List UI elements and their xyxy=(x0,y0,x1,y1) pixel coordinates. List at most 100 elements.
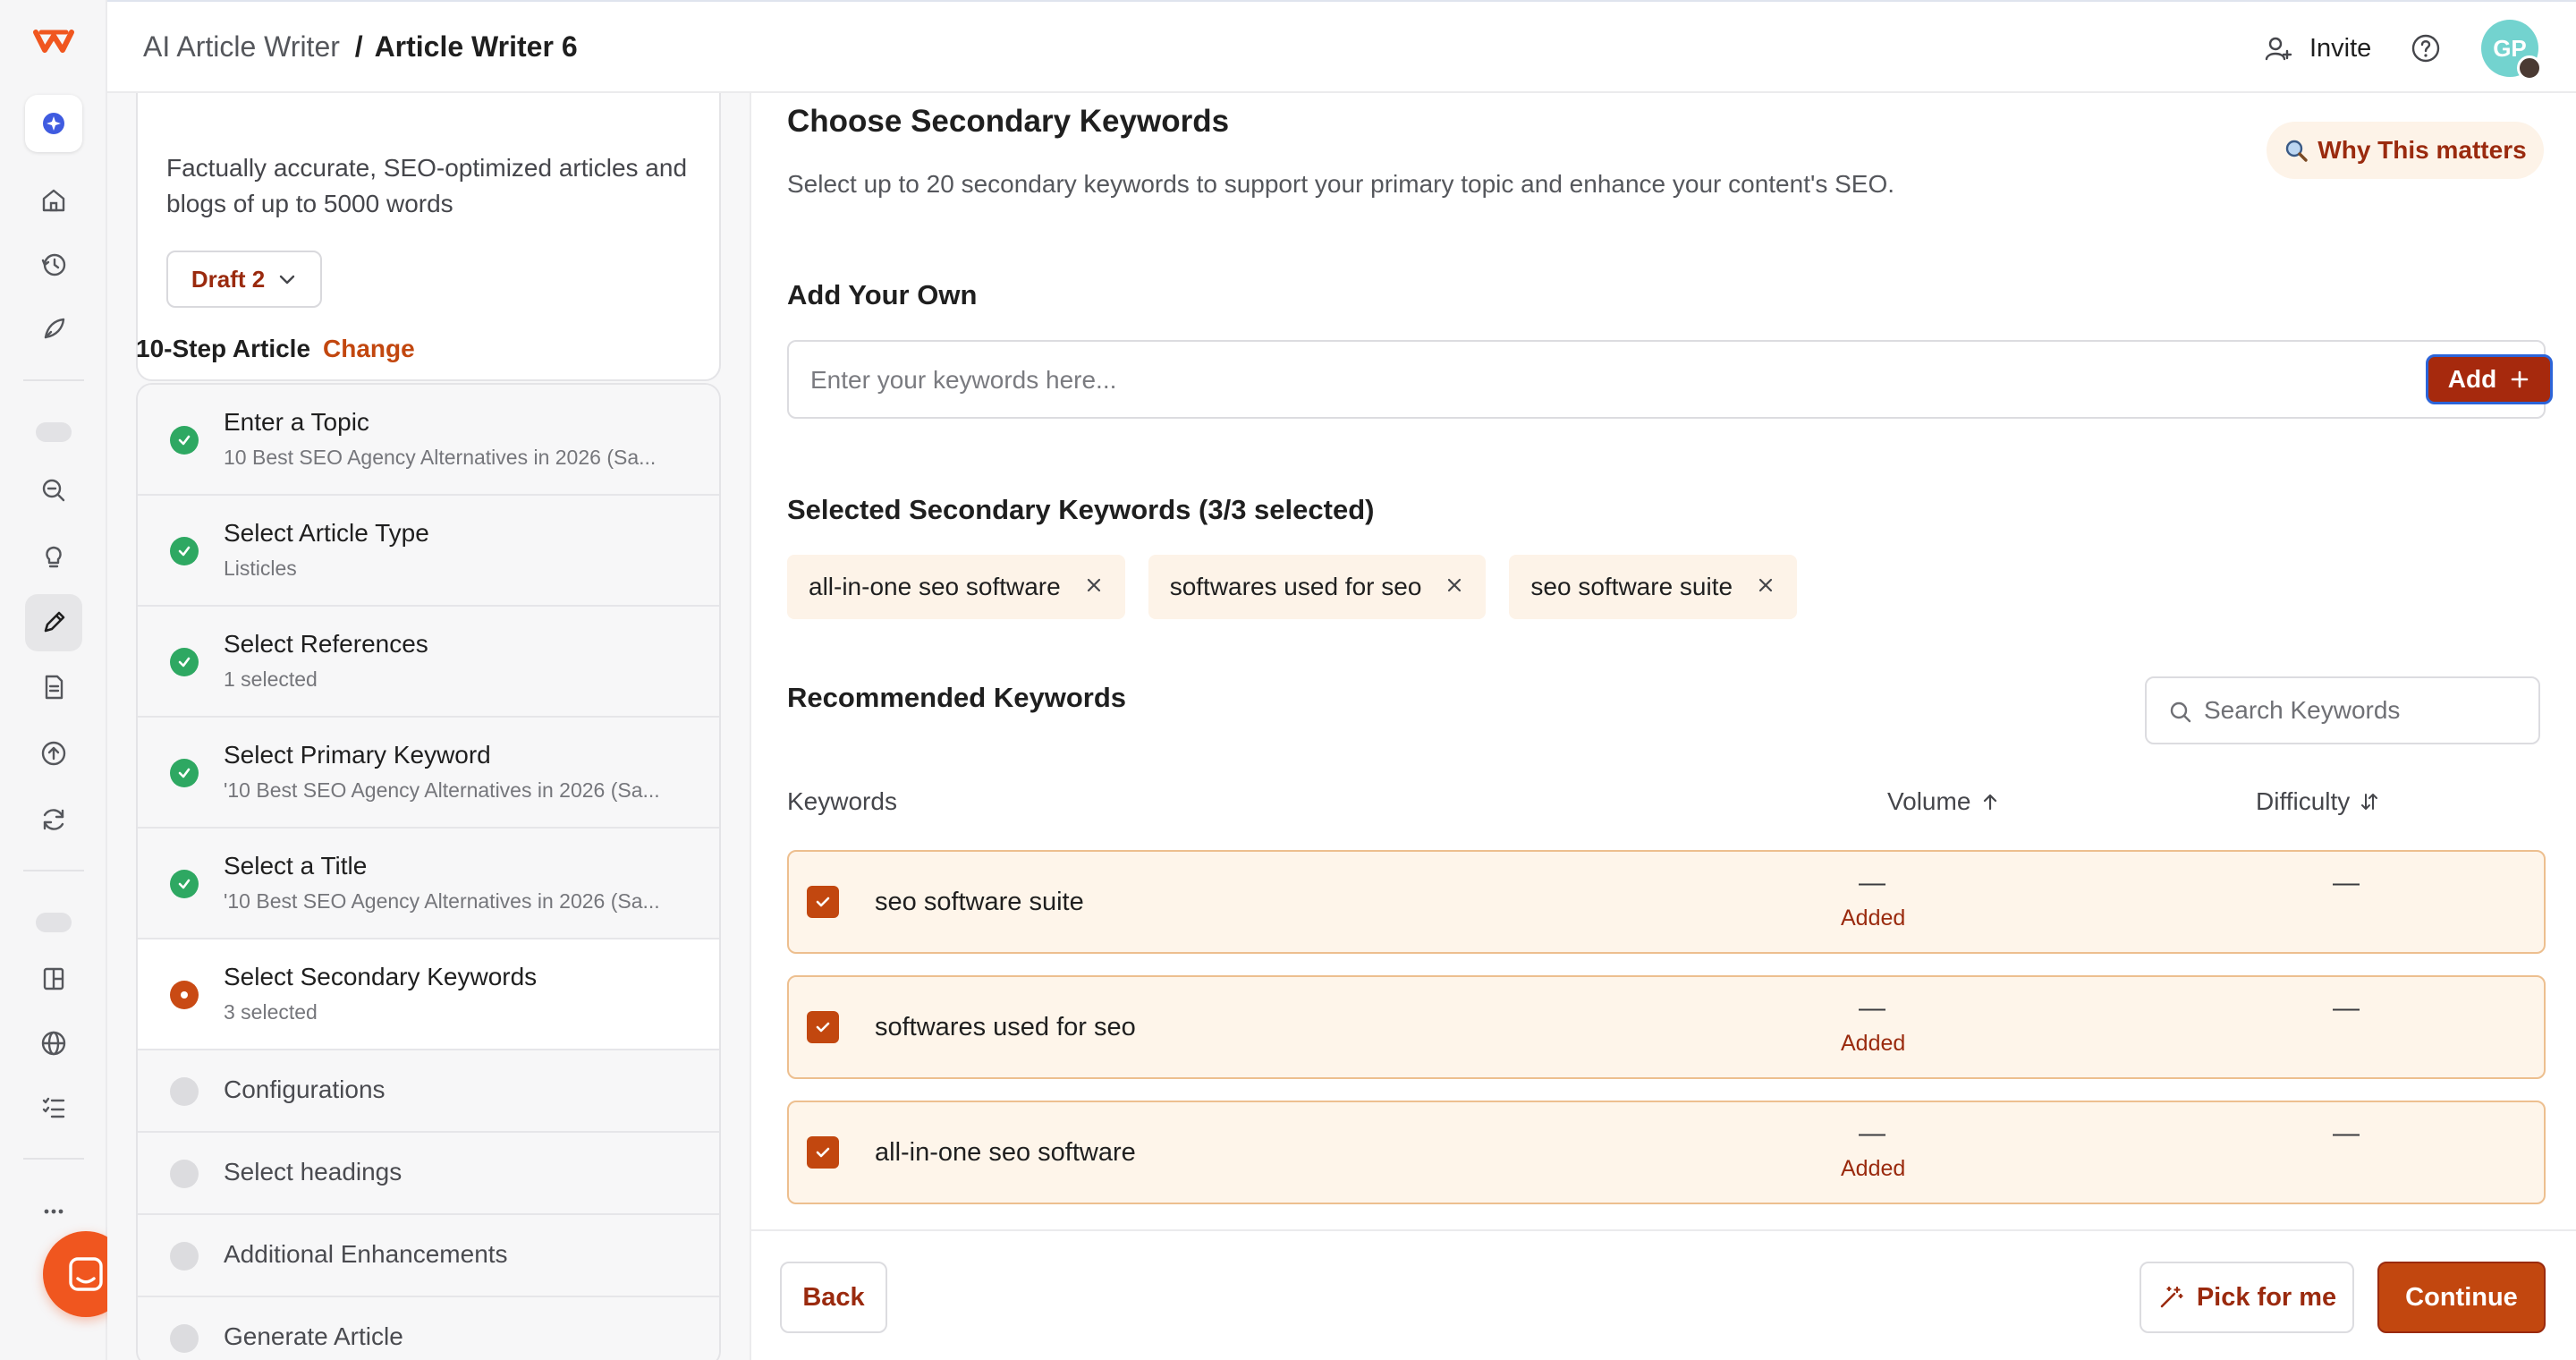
pick-for-me-label: Pick for me xyxy=(2196,1282,2337,1312)
checkmark-icon xyxy=(816,897,830,907)
invite-button[interactable]: Invite xyxy=(2263,27,2371,70)
lightbulb-icon[interactable] xyxy=(25,528,82,585)
keywords-column-header: Keywords xyxy=(787,787,897,816)
step-item[interactable]: Configurations xyxy=(138,1050,719,1133)
step-title: Select References xyxy=(224,630,428,658)
checkmark-icon xyxy=(816,1022,830,1033)
keyword-checkbox[interactable] xyxy=(807,1011,839,1043)
selected-keyword-chip: seo software suite xyxy=(1509,555,1798,619)
sparkle-icon[interactable] xyxy=(25,95,82,152)
page-description: Select up to 20 secondary keywords to su… xyxy=(787,170,1895,198)
keyword-text: seo software suite xyxy=(875,888,1084,916)
remove-chip-icon[interactable] xyxy=(1756,573,1775,601)
search-zoom-icon[interactable] xyxy=(25,462,82,519)
step-title: Select Primary Keyword xyxy=(224,741,491,769)
main-content: Choose Secondary Keywords Why This matte… xyxy=(751,93,2576,1229)
top-bar: AI Article Writer / Article Writer 6 Inv… xyxy=(107,0,2576,93)
step-item[interactable]: Select References 1 selected xyxy=(138,607,719,718)
checklist-icon[interactable] xyxy=(25,1079,82,1136)
volume-value: — xyxy=(1859,1118,1885,1148)
rocket-icon[interactable] xyxy=(25,301,82,358)
step-complete-icon xyxy=(170,648,199,676)
keyword-checkbox[interactable] xyxy=(807,886,839,918)
refresh-icon[interactable] xyxy=(25,791,82,848)
step-pending-icon xyxy=(170,1242,199,1271)
upload-icon[interactable] xyxy=(25,725,82,782)
rail-divider xyxy=(23,1158,84,1160)
step-pending-icon xyxy=(170,1324,199,1353)
added-status: Added xyxy=(1841,1156,1906,1181)
invite-label: Invite xyxy=(2309,33,2372,63)
add-keyword-button[interactable]: Add xyxy=(2426,354,2553,404)
pen-icon[interactable] xyxy=(25,594,82,651)
difficulty-column-header[interactable]: Difficulty xyxy=(2256,787,2380,816)
article-type-description: Factually accurate, SEO-optimized articl… xyxy=(166,154,688,217)
selected-keyword-chips: all-in-one seo software softwares used fo… xyxy=(787,555,1798,619)
step-item[interactable]: Select headings xyxy=(138,1133,719,1215)
step-pending-icon xyxy=(170,1077,199,1106)
step-item[interactable]: Select Secondary Keywords 3 selected xyxy=(138,939,719,1050)
magic-wand-icon xyxy=(2160,1286,2183,1308)
breadcrumb-current-page: Article Writer 6 xyxy=(374,30,578,63)
remove-chip-icon[interactable] xyxy=(1445,573,1464,601)
globe-icon[interactable] xyxy=(25,1015,82,1072)
difficulty-value: — xyxy=(2333,868,2360,897)
sort-ascending-icon xyxy=(1984,794,1997,811)
steps-heading-label: 10-Step Article xyxy=(136,335,311,362)
more-icon[interactable] xyxy=(25,1183,82,1240)
why-this-matters-button[interactable]: Why This matters xyxy=(2267,122,2544,179)
magnifier-icon xyxy=(2286,140,2308,162)
step-item[interactable]: Select Article Type Listicles xyxy=(138,496,719,607)
draft-label: Draft 2 xyxy=(191,265,266,293)
keyword-input[interactable] xyxy=(810,358,2313,403)
step-subtitle: '10 Best SEO Agency Alternatives in 2026… xyxy=(224,889,660,913)
action-footer: Back Pick for me Continue xyxy=(751,1229,2576,1360)
step-subtitle: 3 selected xyxy=(224,1000,318,1024)
draft-dropdown[interactable]: Draft 2 xyxy=(166,251,322,308)
step-item[interactable]: Additional Enhancements xyxy=(138,1215,719,1297)
step-complete-icon xyxy=(170,537,199,565)
help-icon[interactable] xyxy=(2410,32,2442,64)
breadcrumb-app[interactable]: AI Article Writer xyxy=(143,30,340,63)
keyword-row[interactable]: seo software suite — Added — xyxy=(787,850,2546,954)
keyword-row[interactable]: softwares used for seo — Added — xyxy=(787,975,2546,1079)
keyword-text: all-in-one seo software xyxy=(875,1138,1136,1167)
history-icon[interactable] xyxy=(25,236,82,293)
checkmark-icon xyxy=(816,1147,830,1158)
volume-value: — xyxy=(1859,868,1885,897)
difficulty-column-label: Difficulty xyxy=(2256,787,2351,815)
book-icon[interactable] xyxy=(25,950,82,1007)
selected-keyword-chip: softwares used for seo xyxy=(1148,555,1487,619)
step-item[interactable]: Generate Article xyxy=(138,1297,719,1360)
step-item[interactable]: Select a Title '10 Best SEO Agency Altern… xyxy=(138,829,719,939)
volume-column-header[interactable]: Volume xyxy=(1887,787,2001,816)
step-subtitle: 10 Best SEO Agency Alternatives in 2026 … xyxy=(224,446,657,469)
add-your-own-heading: Add Your Own xyxy=(787,279,978,310)
add-user-icon xyxy=(2265,37,2292,61)
step-title: Select headings xyxy=(224,1158,402,1186)
rail-divider xyxy=(23,379,84,381)
step-current-icon xyxy=(170,981,199,1009)
home-icon[interactable] xyxy=(25,172,82,229)
continue-button[interactable]: Continue xyxy=(2377,1262,2546,1333)
keyword-search-input[interactable] xyxy=(2204,691,2526,730)
brand-logo-icon[interactable] xyxy=(32,25,75,57)
step-title: Select Article Type xyxy=(224,519,429,547)
step-item[interactable]: Select Primary Keyword '10 Best SEO Agenc… xyxy=(138,718,719,829)
keyword-row[interactable]: all-in-one seo software — Added — xyxy=(787,1101,2546,1204)
breadcrumb-separator: / xyxy=(354,30,363,63)
added-status: Added xyxy=(1841,905,1906,931)
steps-sidebar: Factually accurate, SEO-optimized articl… xyxy=(107,93,751,1360)
back-button[interactable]: Back xyxy=(780,1262,887,1333)
step-item[interactable]: Enter a Topic 10 Best SEO Agency Alternat… xyxy=(138,385,719,496)
change-steps-link[interactable]: Change xyxy=(323,335,415,362)
keywords-column-label: Keywords xyxy=(787,787,897,815)
remove-chip-icon[interactable] xyxy=(1084,573,1104,601)
step-complete-icon xyxy=(170,759,199,787)
chip-label: softwares used for seo xyxy=(1169,573,1422,600)
keyword-checkbox[interactable] xyxy=(807,1136,839,1169)
document-icon[interactable] xyxy=(25,659,82,716)
chip-label: seo software suite xyxy=(1530,573,1733,600)
pick-for-me-button[interactable]: Pick for me xyxy=(2140,1262,2354,1333)
user-avatar[interactable]: GP xyxy=(2481,20,2542,81)
